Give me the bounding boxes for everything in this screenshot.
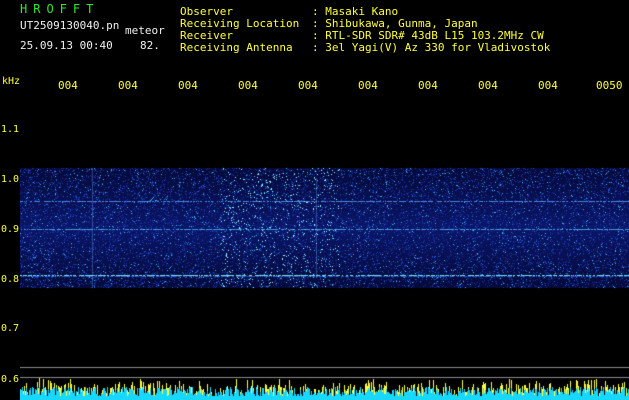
info-label-location: Receiving Location	[180, 17, 300, 30]
time-tick-label: 004	[478, 79, 498, 92]
frequency-unit-label: kHz	[2, 76, 21, 87]
info-value-antenna: : 3el Yagi(V) Az 330 for Vladivostok	[312, 41, 551, 54]
info-value-receiver: : RTL-SDR SDR# 43dB L15 103.2MHz CW	[312, 29, 544, 42]
frequency-tick-label: 0.6	[1, 374, 20, 385]
info-value-observer: : Masaki Kano	[312, 5, 399, 18]
frequency-tick-label: 1.1	[1, 124, 20, 135]
info-value-location: : Shibukawa, Gunma, Japan	[312, 17, 478, 30]
date-time: 25.09.13 00:40	[20, 39, 113, 52]
file-name: UT2509130040.pn	[20, 19, 120, 32]
time-tick-label: 004	[298, 79, 318, 92]
time-tick-label: 004	[418, 79, 438, 92]
frequency-tick-label: 0.7	[1, 323, 20, 334]
time-tick-label: 004	[178, 79, 198, 92]
header-value: 82.	[140, 39, 160, 52]
hrofft-window: HROFFT UT2509130040.pn meteor 25.09.13 0…	[0, 0, 629, 400]
app-title: HROFFT	[20, 2, 100, 16]
mode-label: meteor	[125, 24, 165, 37]
info-label-receiver: Receiver	[180, 29, 233, 42]
time-tick-label: 004	[58, 79, 78, 92]
time-tick-label: 004	[238, 79, 258, 92]
time-tick-label: 004	[118, 79, 138, 92]
frequency-tick-label: 1.0	[1, 174, 20, 185]
info-label-observer: Observer	[180, 5, 233, 18]
time-tick-label: 0050	[596, 79, 623, 92]
spectrogram-plot	[20, 96, 629, 400]
frequency-tick-label: 0.9	[1, 224, 20, 235]
time-tick-label: 004	[358, 79, 378, 92]
frequency-tick-label: 0.8	[1, 274, 20, 285]
info-label-antenna: Receiving Antenna	[180, 41, 293, 54]
time-tick-label: 004	[538, 79, 558, 92]
